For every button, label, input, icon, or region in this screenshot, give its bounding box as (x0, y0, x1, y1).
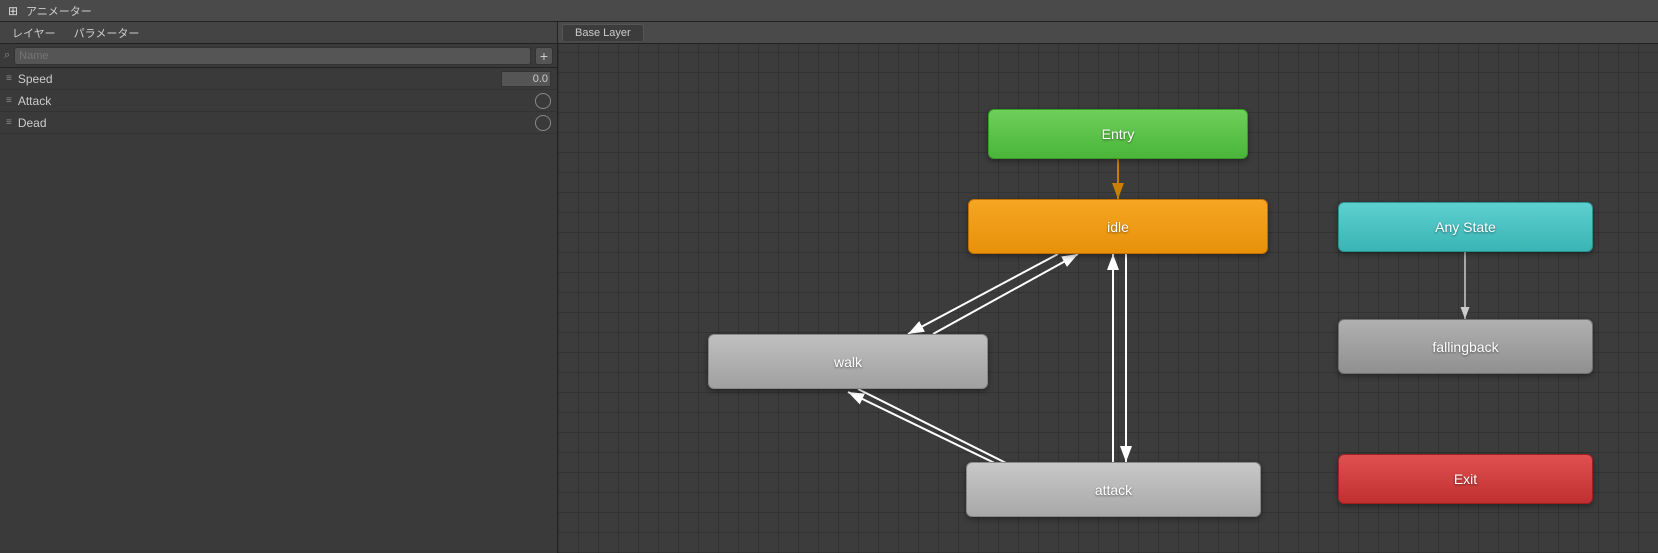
param-item-attack: ≡ Attack (0, 90, 557, 112)
animator-canvas: Base Layer (558, 22, 1658, 553)
left-panel: レイヤー パラメーター ⌕ + ≡ Speed ≡ Attack ≡ Dead (0, 22, 558, 553)
param-item-speed: ≡ Speed (0, 68, 557, 90)
param-name-speed: Speed (18, 72, 501, 86)
node-attack-label: attack (1095, 482, 1132, 498)
node-entry[interactable]: Entry (988, 109, 1248, 159)
drag-handle-attack: ≡ (6, 95, 12, 106)
node-fallingback-label: fallingback (1432, 339, 1498, 355)
param-name-dead: Dead (18, 116, 535, 130)
node-idle[interactable]: idle (968, 199, 1268, 254)
add-parameter-button[interactable]: + (535, 47, 553, 65)
node-exit[interactable]: Exit (1338, 454, 1593, 504)
node-exit-label: Exit (1454, 471, 1477, 487)
drag-handle-dead: ≡ (6, 117, 12, 128)
app-title: アニメーター (26, 3, 92, 19)
param-item-dead: ≡ Dead (0, 112, 557, 134)
tab-bar: レイヤー パラメーター (0, 22, 557, 44)
param-toggle-dead[interactable] (535, 115, 551, 131)
canvas-tab-base-layer[interactable]: Base Layer (562, 24, 644, 41)
canvas-area[interactable]: Entry idle walk attack Any State falling… (558, 44, 1658, 553)
node-any-state[interactable]: Any State (1338, 202, 1593, 252)
param-value-speed[interactable] (501, 71, 551, 87)
param-toggle-attack[interactable] (535, 93, 551, 109)
node-idle-label: idle (1107, 219, 1129, 235)
main-layout: レイヤー パラメーター ⌕ + ≡ Speed ≡ Attack ≡ Dead (0, 22, 1658, 553)
canvas-tab-bar: Base Layer (558, 22, 1658, 44)
tab-layer[interactable]: レイヤー (4, 23, 64, 43)
node-walk-label: walk (834, 354, 862, 370)
node-any-state-label: Any State (1435, 219, 1496, 235)
param-name-attack: Attack (18, 94, 535, 108)
node-fallingback[interactable]: fallingback (1338, 319, 1593, 374)
drag-handle-speed: ≡ (6, 73, 12, 84)
tab-params[interactable]: パラメーター (66, 23, 148, 43)
node-walk[interactable]: walk (708, 334, 988, 389)
node-entry-label: Entry (1102, 126, 1135, 142)
title-bar: ⊞ アニメーター (0, 0, 1658, 22)
search-input[interactable] (14, 47, 531, 65)
parameter-list: ≡ Speed ≡ Attack ≡ Dead (0, 68, 557, 553)
node-attack[interactable]: attack (966, 462, 1261, 517)
app-icon: ⊞ (8, 4, 22, 18)
search-bar: ⌕ + (0, 44, 557, 68)
search-icon: ⌕ (4, 49, 10, 62)
